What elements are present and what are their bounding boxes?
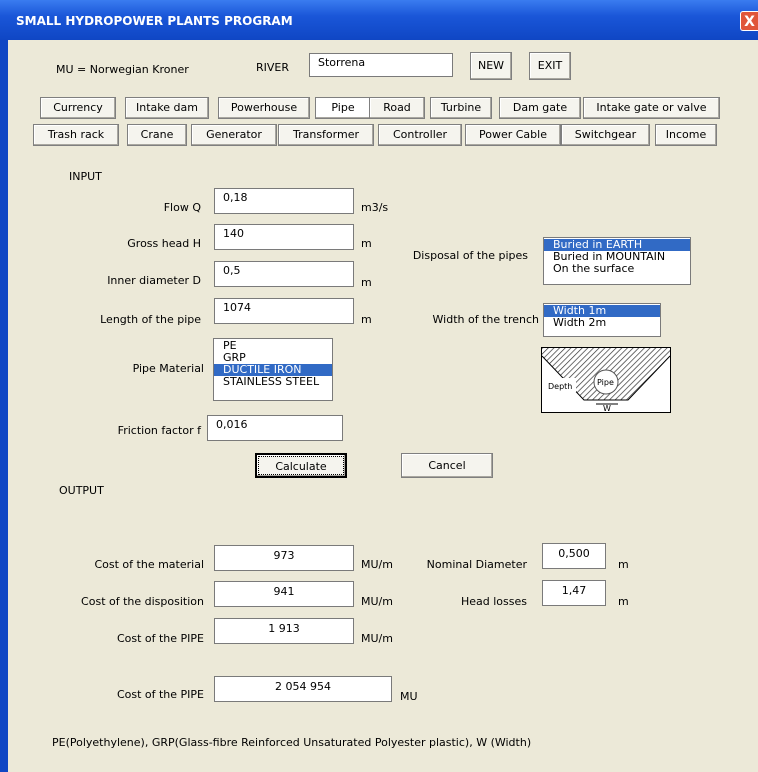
friction-label: Friction factor f (117, 424, 201, 437)
cancel-button[interactable]: Cancel (401, 453, 493, 478)
flow-input[interactable]: 0,18 (214, 188, 354, 214)
material-cost-label: Cost of the material (94, 558, 204, 571)
tab-controller[interactable]: Controller (378, 124, 462, 146)
tab-powerhouse[interactable]: Powerhouse (218, 97, 310, 119)
pipe-cost-total-value: 2 054 954 (214, 676, 392, 702)
app-window: SMALL HYDROPOWER PLANTS PROGRAM X MU = N… (0, 0, 758, 772)
head-input[interactable]: 140 (214, 224, 354, 250)
river-label: RIVER (256, 61, 290, 74)
window-frame-left (0, 40, 8, 772)
tab-intake-dam[interactable]: Intake dam (125, 97, 209, 119)
friction-input[interactable]: 0,016 (207, 415, 343, 441)
head-losses-label: Head losses (460, 595, 527, 608)
tab-road[interactable]: Road (369, 97, 425, 119)
disposition-cost-label: Cost of the disposition (81, 595, 204, 608)
nominal-diameter-label: Nominal Diameter (426, 558, 527, 571)
tab-intake-gate[interactable]: Intake gate or valve (583, 97, 720, 119)
pipe-cost-total-label: Cost of the PIPE (116, 688, 204, 701)
tab-power-cable[interactable]: Power Cable (465, 124, 561, 146)
head-label: Gross head H (127, 237, 201, 250)
disposition-cost-unit: MU/m (361, 595, 393, 608)
material-label: Pipe Material (132, 362, 204, 375)
w-text: W (603, 404, 611, 412)
disposal-option-surface[interactable]: On the surface (544, 263, 690, 275)
pipe-text: Pipe (597, 378, 614, 387)
trench-width-listbox[interactable]: Width 1m Width 2m (543, 303, 661, 337)
river-input[interactable]: Storrena (309, 53, 453, 77)
pipe-cost-per-m-unit: MU/m (361, 632, 393, 645)
tab-transformer[interactable]: Transformer (278, 124, 374, 146)
head-losses-unit: m (618, 595, 629, 608)
material-cost-value: 973 (214, 545, 354, 571)
trench-diagram: Depth Pipe W (541, 347, 671, 413)
trench-label: Width of the trench (432, 313, 539, 326)
flow-label: Flow Q (163, 201, 201, 214)
nominal-diameter-unit: m (618, 558, 629, 571)
disposition-cost-value: 941 (214, 581, 354, 607)
nominal-diameter-value: 0,500 (542, 543, 606, 569)
close-button[interactable]: X (740, 11, 758, 31)
trench-option-2m[interactable]: Width 2m (544, 317, 660, 329)
tab-crane[interactable]: Crane (127, 124, 187, 146)
tab-income[interactable]: Income (655, 124, 717, 146)
tab-trash-rack[interactable]: Trash rack (33, 124, 119, 146)
length-label: Length of the pipe (100, 313, 201, 326)
title-bar: SMALL HYDROPOWER PLANTS PROGRAM X (0, 0, 758, 40)
head-losses-value: 1,47 (542, 580, 606, 606)
pipe-cost-per-m-value: 1 913 (214, 618, 354, 644)
window-title: SMALL HYDROPOWER PLANTS PROGRAM (16, 14, 293, 28)
new-button[interactable]: NEW (470, 52, 512, 80)
exit-button[interactable]: EXIT (529, 52, 571, 80)
output-section-label: OUTPUT (59, 484, 104, 497)
pipe-cost-total-unit: MU (400, 690, 418, 703)
tab-pipe[interactable]: Pipe (315, 97, 371, 119)
length-unit: m (361, 313, 372, 326)
disposal-listbox[interactable]: Buried in EARTH Buried in MOUNTAIN On th… (543, 237, 691, 285)
input-section-label: INPUT (69, 170, 102, 183)
tab-switchgear[interactable]: Switchgear (561, 124, 650, 146)
pipe-material-listbox[interactable]: PE GRP DUCTILE IRON STAINLESS STEEL (213, 338, 333, 401)
tab-turbine[interactable]: Turbine (430, 97, 492, 119)
flow-unit: m3/s (361, 201, 389, 214)
currency-unit-label: MU = Norwegian Kroner (56, 63, 189, 76)
depth-text: Depth (548, 382, 572, 391)
diameter-input[interactable]: 0,5 (214, 261, 354, 287)
calculate-button[interactable]: Calculate (255, 453, 347, 478)
footnote: PE(Polyethylene), GRP(Glass-fibre Reinfo… (52, 736, 532, 749)
tab-generator[interactable]: Generator (191, 124, 277, 146)
length-input[interactable]: 1074 (214, 298, 354, 324)
diameter-unit: m (361, 276, 372, 289)
head-unit: m (361, 237, 372, 250)
trench-diagram-svg: Depth Pipe W (541, 348, 671, 413)
material-option-stainless-steel[interactable]: STAINLESS STEEL (214, 376, 332, 388)
pipe-cost-per-m-label: Cost of the PIPE (116, 632, 204, 645)
disposal-label: Disposal of the pipes (412, 249, 528, 262)
tab-currency[interactable]: Currency (40, 97, 116, 119)
material-cost-unit: MU/m (361, 558, 393, 571)
diameter-label: Inner diameter D (107, 274, 201, 287)
tab-dam-gate[interactable]: Dam gate (499, 97, 581, 119)
